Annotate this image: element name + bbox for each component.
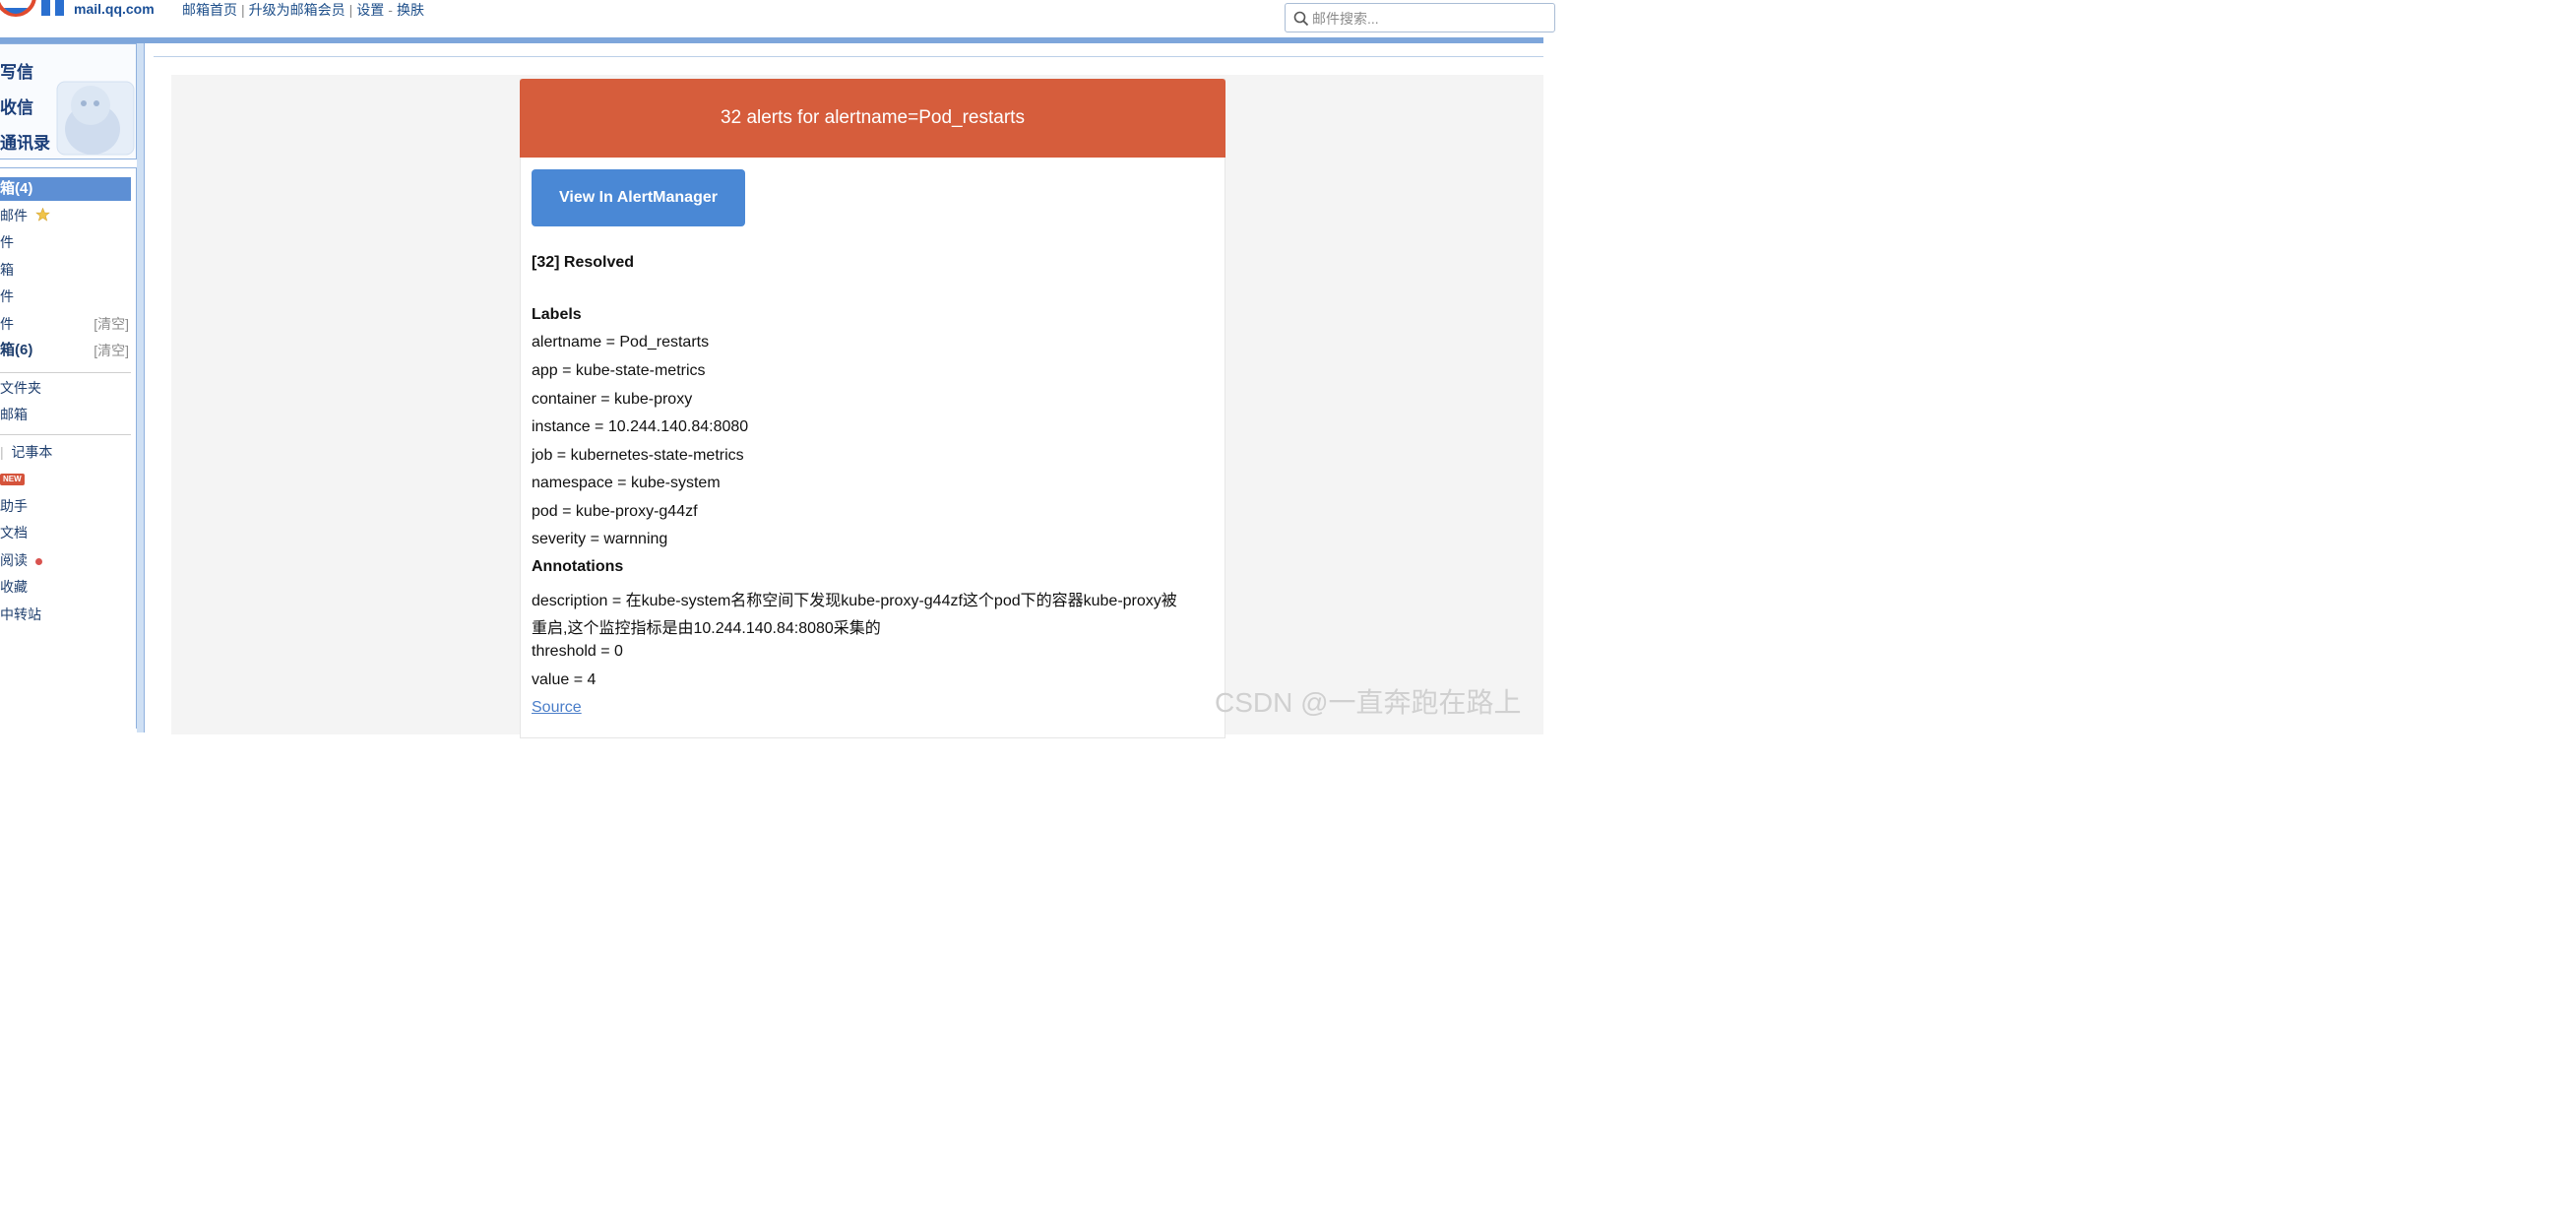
sidebar-divider [0,372,131,373]
qq-mail-logo-icon[interactable] [0,0,69,20]
folder-starred[interactable]: 邮件 [0,204,131,227]
nav-settings[interactable]: 设置 [356,0,384,20]
folder-label: 箱 [0,262,14,278]
folder-label: 件 [0,234,14,250]
sidebar-item-docs[interactable]: 文档 [0,521,131,544]
folder-label: 箱(4) [0,180,33,197]
nav-mail-home[interactable]: 邮箱首页 [182,0,237,20]
sidebar-gutter [137,43,144,732]
clear-folder-link[interactable]: [清空] [94,339,129,362]
item-label: 邮箱 [0,407,28,422]
sidebar-quick-panel: 写信 收信 通讯录 [0,43,137,159]
label-line: job = kubernetes-state-metrics [532,447,744,464]
item-label: 收藏 [0,579,28,595]
annotation-line: 重启,这个监控指标是由10.244.140.84:8080采集的 [532,620,881,637]
label-line: container = kube-proxy [532,391,693,408]
csdn-watermark: CSDN @一直奔跑在路上 [1215,687,1522,718]
sidebar-item-notepad[interactable]: | 记事本 [0,440,131,464]
folder-label: 件 [0,316,14,332]
nav-change-skin[interactable]: 换肤 [397,0,424,20]
sidebar-item-transfer-station[interactable]: 中转站 [0,603,131,626]
sidebar-item-new-feature[interactable]: NEW [0,467,131,490]
top-nav: 邮箱首页 | 升级为邮箱会员 | 设置 - 换肤 [182,0,424,20]
sidebar-item-folders[interactable]: 文件夹 [0,376,131,400]
nav-separator: | [348,2,353,18]
label-line: alertname = Pod_restarts [532,334,710,350]
folder-label: 箱(6) [0,342,33,358]
labels-heading: Labels [532,306,582,323]
item-label: 记事本 [11,444,53,460]
nav-separator: - [388,2,393,18]
folder-deleted[interactable]: 件 [清空] [0,312,131,336]
search-icon [1293,11,1309,27]
mail-search-box[interactable] [1285,3,1555,32]
folder-label: 邮件 [0,208,28,223]
penguin-mascot-icon [56,81,135,156]
annotation-line: description = 在kube-system名称空间下发现kube-pr… [532,593,1177,609]
folder-label: 件 [0,288,14,304]
nav-upgrade-member[interactable]: 升级为邮箱会员 [249,0,346,20]
alert-status: [32] Resolved [532,254,635,271]
sidebar-item-assistant[interactable]: 助手 [0,494,131,518]
folder-drafts[interactable]: 箱 [0,258,131,282]
folder-spam[interactable]: 箱(6) [清空] [0,339,131,362]
annotations-heading: Annotations [532,558,624,575]
star-icon [35,207,50,222]
content-divider [154,56,1543,57]
alert-header: 32 alerts for alertname=Pod_restarts [520,79,1225,158]
view-in-alertmanager-button[interactable]: View In AlertManager [532,169,745,226]
sidebar-item-reader[interactable]: 阅读 [0,548,131,572]
new-badge: NEW [0,474,25,486]
label-line: app = kube-state-metrics [532,362,706,379]
inbox-link[interactable]: 收信 [0,94,33,118]
logo-text[interactable]: mail.qq.com [74,1,155,17]
sidebar-divider [0,434,131,435]
bracket-icon: | [0,444,4,460]
label-line: severity = warnning [532,531,668,547]
folder-sent[interactable]: 件 [0,285,131,308]
item-label: 文件夹 [0,380,41,396]
clear-folder-link[interactable]: [清空] [94,312,129,336]
label-line: namespace = kube-system [532,475,721,491]
source-link[interactable]: Source [532,699,582,716]
folder-inbox[interactable]: 箱(4) [0,177,131,201]
search-input[interactable] [1312,9,1539,29]
label-line: pod = kube-proxy-g44zf [532,503,698,520]
sidebar-item-other-mailbox[interactable]: 邮箱 [0,403,131,426]
compose-link[interactable]: 写信 [0,58,33,83]
annotation-line: threshold = 0 [532,643,623,660]
item-label: 阅读 [0,552,28,568]
item-label: 文档 [0,525,28,541]
item-label: 助手 [0,498,28,514]
top-bar: mail.qq.com 邮箱首页 | 升级为邮箱会员 | 设置 - 换肤 [0,0,1555,37]
nav-separator: | [241,2,245,18]
annotation-line: value = 4 [532,671,597,688]
label-line: instance = 10.244.140.84:8080 [532,418,749,435]
folder-group-mail[interactable]: 件 [0,230,131,254]
sidebar-item-favorites[interactable]: 收藏 [0,575,131,599]
unread-dot-icon [35,557,42,565]
item-label: 中转站 [0,606,41,622]
contacts-link[interactable]: 通讯录 [0,129,50,154]
